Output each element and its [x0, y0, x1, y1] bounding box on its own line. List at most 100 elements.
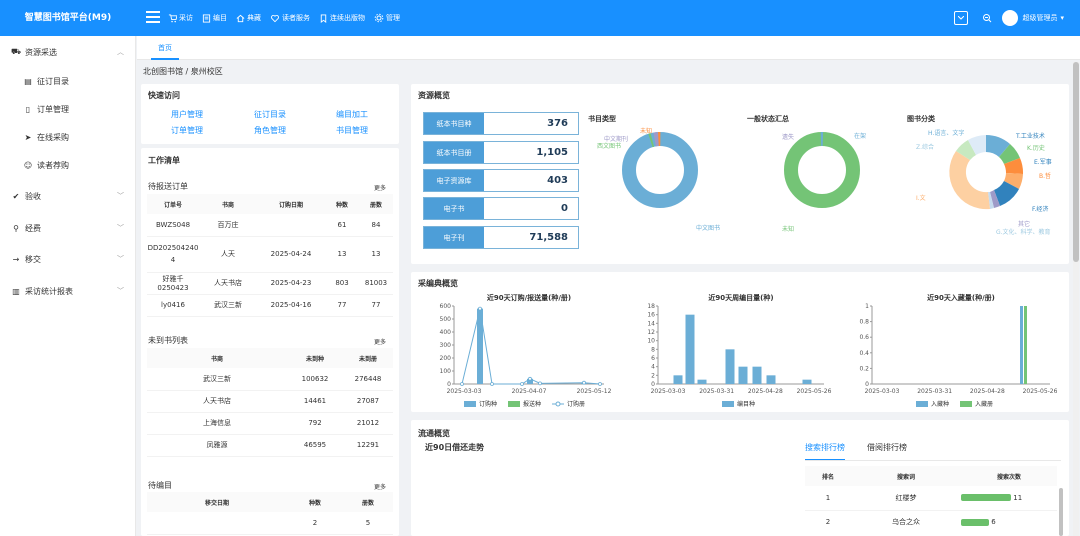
table-row[interactable]: 1 红楼梦 11	[805, 486, 1057, 511]
sidebar-item-acceptance[interactable]: ✔ 验收 ﹀	[0, 182, 136, 210]
stat-label: 电子刊	[424, 227, 484, 248]
tabs-bar: 首页	[137, 36, 1080, 60]
sidebar-item-label: 在线采购	[37, 132, 69, 142]
tab-borrow-rank[interactable]: 借阅排行榜	[867, 442, 907, 453]
donut-label: Z.综合	[916, 143, 934, 151]
sidebar-item-acquisition[interactable]: ⛟ 资源采选 ︿	[0, 38, 136, 66]
fullscreen-icon[interactable]	[982, 13, 992, 23]
tab-search-rank[interactable]: 搜索排行榜	[805, 442, 845, 461]
slice-unknown[interactable]	[784, 132, 860, 208]
quick-access-title: 快速访问	[148, 91, 180, 100]
legend-label: 入藏种	[931, 400, 949, 408]
legend-label: 编目种	[737, 400, 755, 408]
y-tick-label: 200	[440, 355, 452, 362]
link-user-manage[interactable]: 用户管理	[171, 109, 203, 120]
breadcrumb: 北创图书馆 / 泉州校区	[143, 67, 223, 76]
list-icon: ▤	[24, 76, 32, 86]
cell: 乌合之众	[892, 518, 920, 527]
sidebar-item-transfer[interactable]: → 移交 ﹀	[0, 245, 136, 273]
sidebar-item-label: 经费	[25, 223, 41, 233]
legend-swatch	[464, 401, 476, 407]
table-row[interactable]: 上海信息 792 21012	[147, 412, 393, 435]
worklist-title: 工作清单	[148, 156, 180, 165]
page-scrollbar[interactable]	[1073, 62, 1079, 536]
cell: 人天书店	[199, 272, 257, 295]
donut-label: E.军事	[1034, 158, 1052, 166]
slice-chinese-books[interactable]	[622, 132, 698, 208]
col-header: 书商	[199, 194, 257, 214]
avatar[interactable]	[1002, 10, 1019, 26]
stat-ebook[interactable]: 电子书 0	[423, 197, 579, 220]
more-link[interactable]: 更多	[374, 183, 386, 192]
y-tick-label: 4	[651, 364, 655, 371]
cell: 2025-04-23	[257, 272, 325, 295]
col-header: 册数	[359, 194, 393, 214]
pending-orders-table: 订单号 书商 订购日期 种数 册数 BWZS048 百万庄 61 84 DD20…	[147, 194, 393, 317]
nav-collection[interactable]: 典藏	[236, 13, 261, 23]
donut-label: F.经济	[1032, 205, 1048, 213]
nav-catalog[interactable]: 编目	[202, 13, 227, 23]
sidebar-item-online-purchase[interactable]: ➤ 在线采购	[0, 123, 136, 151]
quick-access-panel: 快速访问 用户管理 征订目录 编目加工 订单管理 角色管理 书目管理	[141, 84, 399, 144]
sidebar-item-order-manage[interactable]: ▯ 订单管理	[0, 95, 136, 123]
tab-home[interactable]: 首页	[151, 40, 179, 60]
pending-catalog-table: 移交日期 种数 册数 2 5	[147, 492, 393, 535]
table-row[interactable]: ly0416 武汉三新 2025-04-16 77 77	[147, 294, 393, 317]
nav-label: 编目	[213, 14, 227, 22]
line-point	[528, 376, 532, 381]
stat-e-resource-db[interactable]: 电子资源库 403	[423, 169, 579, 192]
link-book-manage[interactable]: 书目管理	[336, 125, 368, 136]
sidebar-item-order-catalog[interactable]: ▤ 征订目录	[0, 67, 136, 95]
table-row[interactable]: 人天书店 14461 27087	[147, 390, 393, 413]
cell: BWZS048	[147, 214, 199, 237]
col-header: 移交日期	[147, 492, 287, 512]
resource-overview-title: 资源概览	[418, 91, 450, 100]
chevron-down-icon[interactable]: ▾	[1060, 14, 1064, 22]
table-row[interactable]: BWZS048 百万庄 61 84	[147, 214, 393, 237]
count-value: 11	[1013, 493, 1023, 502]
menu-toggle-icon[interactable]	[146, 11, 160, 25]
table-row[interactable]: 武汉三新 100632 276448	[147, 368, 393, 391]
donut-label: 遗失	[782, 133, 794, 141]
bar-catalog	[802, 379, 812, 384]
link-catalog-process[interactable]: 编目加工	[336, 109, 368, 120]
nav-serials[interactable]: 连续出版物	[319, 13, 365, 23]
chart-title: 近90天周编目量(种)	[708, 293, 773, 302]
table-row[interactable]: 好雅千0250423 人天书店 2025-04-23 803 81003	[147, 272, 393, 295]
user-name[interactable]: 超级管理员	[1022, 13, 1057, 23]
cell: 100632	[287, 368, 343, 391]
nav-reader-service[interactable]: 读者服务	[270, 13, 310, 23]
link-order-catalog[interactable]: 征订目录	[254, 109, 286, 120]
table-row[interactable]: 凤雅源 46595 12291	[147, 434, 393, 457]
stat-paper-volumes[interactable]: 纸本书目册 1,105	[423, 141, 579, 164]
table-row[interactable]: 2 乌合之众 6	[805, 510, 1057, 534]
more-link[interactable]: 更多	[374, 482, 386, 491]
stat-ejournal[interactable]: 电子刊 71,588	[423, 226, 579, 249]
nav-manage[interactable]: 管理	[374, 13, 400, 23]
link-order-manage[interactable]: 订单管理	[171, 125, 203, 136]
heart-icon	[271, 14, 279, 22]
donut-ring	[622, 132, 698, 208]
donut-label: 中文期刊	[604, 135, 628, 143]
sidebar-item-label: 验收	[25, 191, 41, 201]
line-point	[520, 382, 524, 386]
table-row[interactable]: 2 5	[147, 512, 393, 535]
cell: 红楼梦	[851, 486, 961, 511]
status-donut: 遗失 在架 未知	[782, 132, 866, 233]
stat-value: 403	[547, 175, 568, 186]
table-row[interactable]: DD2025042404 人天 2025-04-24 13 13	[147, 236, 393, 273]
sidebar-item-funds[interactable]: ⚲ 经费 ﹀	[0, 214, 136, 242]
sidebar-item-reports[interactable]: ▥ 采访统计报表 ﹀	[0, 277, 136, 305]
sidebar-item-reader-recommend[interactable]: ☺ 读者荐购	[0, 151, 136, 179]
stat-paper-titles[interactable]: 纸本书目种 376	[423, 112, 579, 135]
nav-acquisition[interactable]: 采访	[168, 13, 193, 23]
count-cell: 6	[961, 510, 1057, 534]
link-role-manage[interactable]: 角色管理	[254, 125, 286, 136]
cell: 上海信息	[147, 412, 287, 435]
col-header: 搜索次数	[961, 466, 1057, 486]
table-scrollbar[interactable]	[1059, 488, 1063, 536]
bar-catalog	[725, 349, 735, 384]
legend-swatch	[960, 401, 972, 407]
dropdown-button[interactable]	[954, 11, 969, 25]
more-link[interactable]: 更多	[374, 337, 386, 346]
